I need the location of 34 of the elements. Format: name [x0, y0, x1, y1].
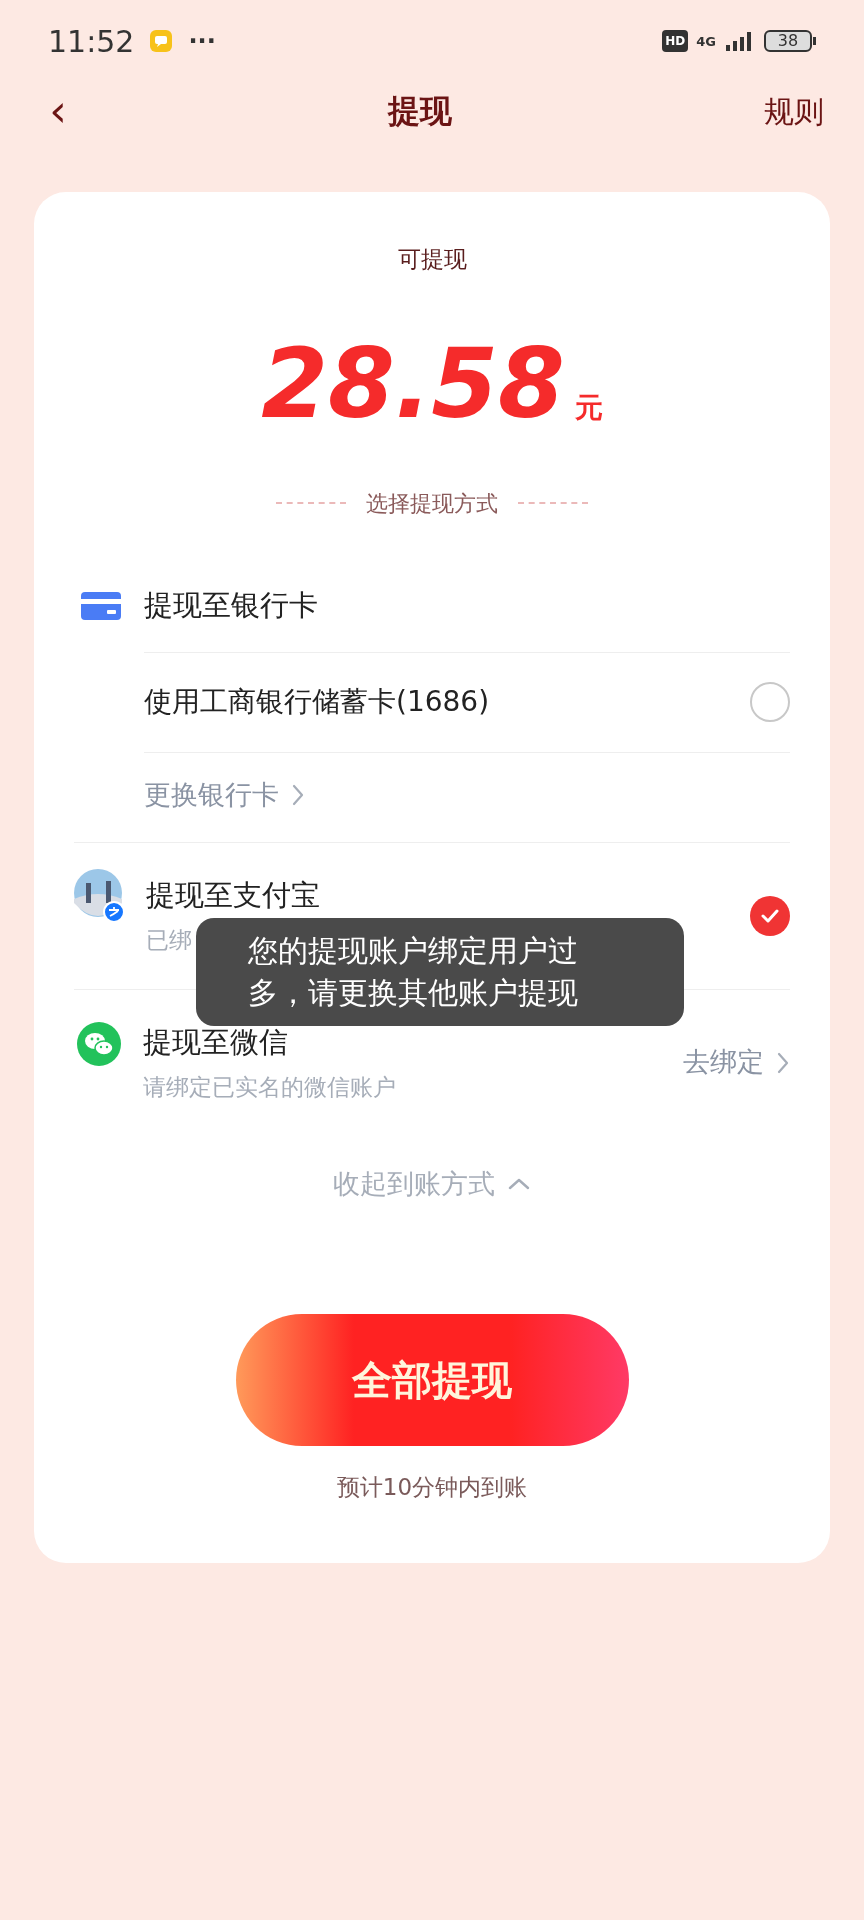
checked-radio[interactable] [750, 895, 790, 936]
method-subtitle: 请绑定已实名的微信账户 [143, 1073, 396, 1102]
section-title: 选择提现方式 [366, 489, 498, 518]
more-dots: ··· [188, 26, 216, 57]
message-icon [150, 30, 173, 52]
withdraw-all-button[interactable]: 全部提现 [235, 1314, 629, 1446]
currency-unit: 元 [574, 389, 603, 426]
method-title: 提现至支付宝 [146, 876, 320, 914]
chevron-up-icon [507, 1176, 531, 1191]
radio-button[interactable] [750, 682, 790, 722]
avatar-icon [74, 868, 124, 923]
collapse-toggle[interactable]: 收起到账方式 [333, 1163, 531, 1204]
network-type: 4G [696, 34, 716, 48]
clock-time: 11:52 [48, 22, 135, 61]
bank-card-icon [80, 589, 122, 622]
rules-link[interactable]: 规则 [764, 88, 824, 134]
balance-label: 可提现 [396, 245, 468, 274]
chevron-icon [776, 1050, 790, 1075]
bank-card-option: 使用工商银行储蓄卡(1686) [144, 681, 490, 723]
check-icon [760, 907, 780, 924]
page-title: 提现 [388, 91, 452, 132]
balance-amount: 28.58 [261, 335, 565, 432]
method-title: 提现至银行卡 [144, 586, 318, 624]
toast-message: 您的提现账户绑定用户过多，请更换其他账户提现 [196, 918, 684, 1026]
chevron-icon [291, 783, 305, 807]
chat-bubbles-icon [77, 1021, 121, 1066]
hd-badge: HD [662, 30, 689, 52]
change-card-link[interactable]: 更换银行卡 [144, 774, 305, 816]
method-subtitle: 已绑 [146, 926, 192, 955]
bind-link[interactable]: 去绑定 [683, 1042, 790, 1083]
battery-level: 38 [764, 30, 812, 52]
back-button[interactable]: ‹ [40, 89, 76, 133]
arrival-time-note: 预计10分钟内到账 [335, 1473, 529, 1502]
method-title: 提现至微信 [143, 1023, 288, 1061]
